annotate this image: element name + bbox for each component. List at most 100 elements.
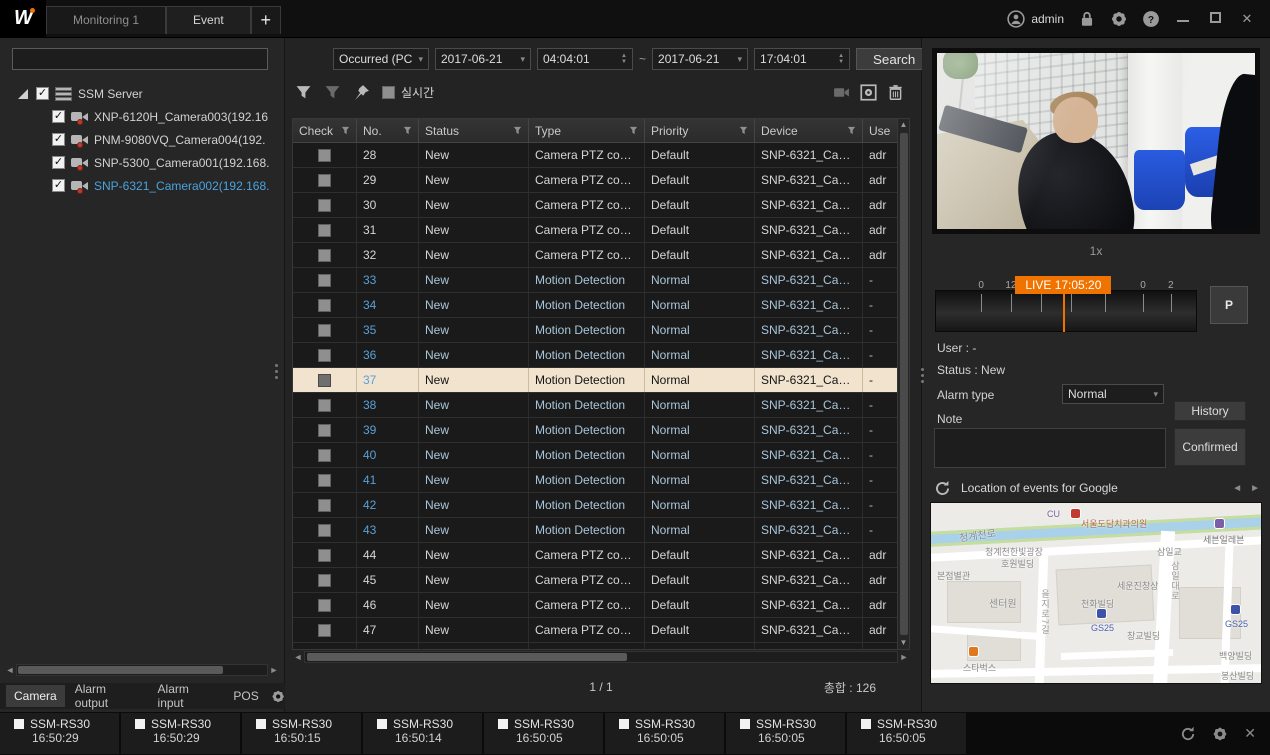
event-card[interactable]: SSM-RS3016:50:15 bbox=[242, 713, 361, 754]
row-check-cell[interactable] bbox=[293, 618, 357, 642]
column-header-type[interactable]: Type bbox=[529, 119, 645, 142]
column-header-use[interactable]: Use bbox=[863, 119, 899, 142]
row-check-cell[interactable] bbox=[293, 143, 357, 167]
add-tab-button[interactable]: + bbox=[251, 6, 281, 34]
table-row[interactable]: 43NewMotion DetectionNormalSNP-6321_Ca…- bbox=[293, 518, 909, 543]
row-check-cell[interactable] bbox=[293, 318, 357, 342]
filter-clear-icon[interactable] bbox=[324, 84, 341, 101]
camera-checkbox[interactable]: ✓ bbox=[52, 110, 65, 123]
scroll-left-icon[interactable]: ◄ bbox=[4, 665, 16, 675]
help-icon[interactable] bbox=[1142, 10, 1160, 28]
timeline-strip[interactable] bbox=[935, 290, 1197, 332]
table-row[interactable]: 38NewMotion DetectionNormalSNP-6321_Ca…- bbox=[293, 393, 909, 418]
date-from-picker[interactable]: 2017-06-21▾ bbox=[435, 48, 531, 70]
right-splitter-handle[interactable] bbox=[920, 362, 925, 388]
row-checkbox[interactable] bbox=[318, 249, 331, 262]
maximize-button[interactable] bbox=[1206, 11, 1224, 26]
row-checkbox[interactable] bbox=[318, 624, 331, 637]
tab-monitoring-1[interactable]: Monitoring 1 bbox=[46, 6, 166, 34]
table-row[interactable]: 47NewCamera PTZ co…DefaultSNP-6321_Ca…ad… bbox=[293, 618, 909, 643]
row-check-cell[interactable] bbox=[293, 593, 357, 617]
column-filter-icon[interactable] bbox=[629, 126, 638, 135]
row-checkbox[interactable] bbox=[318, 474, 331, 487]
row-checkbox[interactable] bbox=[318, 399, 331, 412]
row-check-cell[interactable] bbox=[293, 518, 357, 542]
row-check-cell[interactable] bbox=[293, 568, 357, 592]
row-checkbox[interactable] bbox=[318, 424, 331, 437]
table-row[interactable]: 44NewCamera PTZ co…DefaultSNP-6321_Ca…ad… bbox=[293, 543, 909, 568]
search-button[interactable]: Search bbox=[856, 48, 932, 70]
table-row[interactable]: 30NewCamera PTZ co…DefaultSNP-6321_Ca…ad… bbox=[293, 193, 909, 218]
row-check-cell[interactable] bbox=[293, 268, 357, 292]
row-check-cell[interactable] bbox=[293, 168, 357, 192]
record-icon[interactable] bbox=[860, 84, 877, 101]
event-card[interactable]: SSM-RS3016:50:14 bbox=[363, 713, 482, 754]
row-checkbox[interactable] bbox=[318, 349, 331, 362]
column-header-status[interactable]: Status bbox=[419, 119, 529, 142]
row-checkbox[interactable] bbox=[318, 174, 331, 187]
scroll-right-icon[interactable]: ► bbox=[268, 665, 280, 675]
delete-icon[interactable] bbox=[887, 84, 904, 101]
table-row[interactable]: 33NewMotion DetectionNormalSNP-6321_Ca…- bbox=[293, 268, 909, 293]
resource-tab-alarm-output[interactable]: Alarm output bbox=[67, 678, 148, 714]
row-checkbox[interactable] bbox=[318, 299, 331, 312]
table-row[interactable]: 35NewMotion DetectionNormalSNP-6321_Ca…- bbox=[293, 318, 909, 343]
resource-tab-camera[interactable]: Camera bbox=[6, 685, 65, 707]
lock-icon[interactable] bbox=[1078, 10, 1096, 28]
table-row[interactable]: 41NewMotion DetectionNormalSNP-6321_Ca…- bbox=[293, 468, 909, 493]
row-checkbox[interactable] bbox=[318, 449, 331, 462]
row-checkbox[interactable] bbox=[318, 199, 331, 212]
time-to-spinner[interactable]: 17:04:01▲▼ bbox=[754, 48, 850, 70]
resource-settings-gear-icon[interactable] bbox=[271, 689, 285, 704]
row-check-cell[interactable] bbox=[293, 643, 357, 650]
refresh-icon[interactable] bbox=[1180, 726, 1196, 742]
left-splitter-handle[interactable] bbox=[274, 358, 279, 384]
column-filter-icon[interactable] bbox=[403, 126, 412, 135]
table-row[interactable]: 34NewMotion DetectionNormalSNP-6321_Ca…- bbox=[293, 293, 909, 318]
table-row[interactable]: 48NewCamera PTZ co…DefaultSNP-5300_Ca…ad… bbox=[293, 643, 909, 650]
scroll-right-icon[interactable]: ► bbox=[898, 652, 910, 662]
row-checkbox[interactable] bbox=[318, 574, 331, 587]
tree-search-input[interactable] bbox=[12, 48, 268, 70]
playback-timeline[interactable]: 01214161802 LIVE 17:05:20 bbox=[935, 276, 1197, 332]
tree-node-ssm-server[interactable]: ✓ SSM Server bbox=[6, 82, 278, 105]
row-check-cell[interactable] bbox=[293, 293, 357, 317]
row-check-cell[interactable] bbox=[293, 343, 357, 367]
refresh-icon[interactable] bbox=[934, 480, 951, 497]
column-header-no[interactable]: No. bbox=[357, 119, 419, 142]
camera-checkbox[interactable]: ✓ bbox=[52, 179, 65, 192]
scroll-left-icon[interactable]: ◄ bbox=[292, 652, 304, 662]
scrollbar-thumb[interactable] bbox=[900, 133, 908, 635]
history-button[interactable]: History bbox=[1174, 401, 1246, 421]
realtime-toggle[interactable]: 실시간 bbox=[382, 84, 434, 101]
column-filter-icon[interactable] bbox=[513, 126, 522, 135]
camera-checkbox[interactable]: ✓ bbox=[52, 156, 65, 169]
close-button[interactable]: ✕ bbox=[1238, 11, 1256, 27]
row-check-cell[interactable] bbox=[293, 443, 357, 467]
search-field-select[interactable]: Occurred (PC▾ bbox=[333, 48, 429, 70]
table-row[interactable]: 42NewMotion DetectionNormalSNP-6321_Ca…- bbox=[293, 493, 909, 518]
row-checkbox[interactable] bbox=[318, 224, 331, 237]
table-row[interactable]: 32NewCamera PTZ co…DefaultSNP-6321_Ca…ad… bbox=[293, 243, 909, 268]
row-check-cell[interactable] bbox=[293, 493, 357, 517]
event-location-map[interactable]: 청계천로CU서울도담치과의원세븐일레븐삼일교청계천한빛광장호원빌딩본점별관세운진… bbox=[930, 502, 1262, 684]
tree-horizontal-scrollbar[interactable]: ◄ ► bbox=[4, 663, 280, 677]
time-from-spinner[interactable]: 04:04:01▲▼ bbox=[537, 48, 633, 70]
playback-mode-button[interactable]: P bbox=[1210, 286, 1248, 324]
row-checkbox[interactable] bbox=[318, 549, 331, 562]
row-check-cell[interactable] bbox=[293, 468, 357, 492]
row-checkbox[interactable] bbox=[318, 274, 331, 287]
column-filter-icon[interactable] bbox=[739, 126, 748, 135]
camera-checkbox[interactable]: ✓ bbox=[52, 133, 65, 146]
tab-event[interactable]: Event bbox=[166, 6, 251, 34]
row-check-cell[interactable] bbox=[293, 218, 357, 242]
row-check-cell[interactable] bbox=[293, 418, 357, 442]
tree-node-camera[interactable]: ✓SNP-5300_Camera001(192.168. bbox=[6, 151, 278, 174]
close-icon[interactable]: ✕ bbox=[1244, 725, 1256, 742]
user-menu[interactable]: admin bbox=[1007, 10, 1064, 28]
note-input[interactable] bbox=[934, 428, 1166, 468]
row-check-cell[interactable] bbox=[293, 193, 357, 217]
table-row[interactable]: 31NewCamera PTZ co…DefaultSNP-6321_Ca…ad… bbox=[293, 218, 909, 243]
minimize-button[interactable] bbox=[1174, 11, 1192, 26]
alarm-type-select[interactable]: Normal▾ bbox=[1062, 384, 1164, 404]
